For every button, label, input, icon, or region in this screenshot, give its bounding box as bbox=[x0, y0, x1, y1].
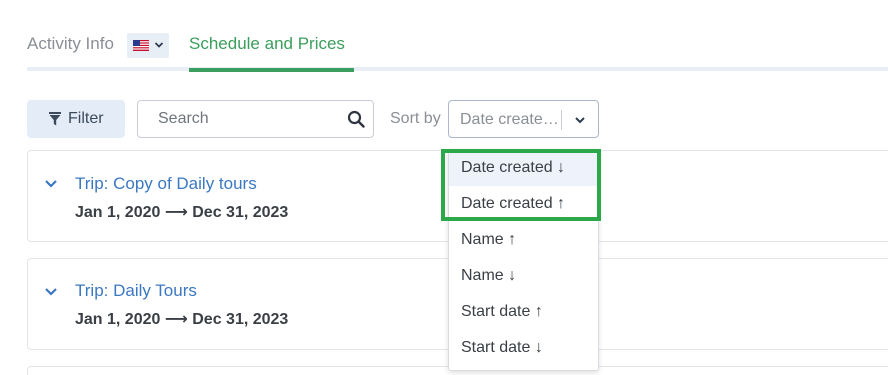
chevron-down-icon[interactable] bbox=[44, 179, 58, 189]
arrow-right-icon: ⟶ bbox=[164, 311, 188, 328]
language-picker[interactable] bbox=[127, 33, 169, 58]
chevron-down-icon bbox=[575, 117, 585, 124]
sort-option-name-desc[interactable]: Name ↓ bbox=[449, 258, 598, 294]
sort-select-value: Date create… bbox=[460, 111, 559, 128]
sort-option-start-date-asc[interactable]: Start date ↑ bbox=[449, 294, 598, 330]
filter-icon bbox=[49, 112, 61, 126]
search-box bbox=[137, 100, 374, 138]
trip-start-date: Jan 1, 2020 bbox=[75, 204, 161, 221]
tab-bar-underline bbox=[27, 67, 888, 71]
active-tab-indicator bbox=[189, 68, 354, 72]
trip-end-date: Dec 31, 2023 bbox=[192, 311, 289, 328]
trip-title[interactable]: Trip: Copy of Daily tours bbox=[75, 174, 257, 194]
sort-select-divider bbox=[561, 110, 562, 130]
filter-button-label: Filter bbox=[68, 110, 104, 127]
tab-schedule-and-prices[interactable]: Schedule and Prices bbox=[189, 34, 345, 54]
sort-by-label: Sort by bbox=[390, 110, 441, 127]
trip-title[interactable]: Trip: Daily Tours bbox=[75, 281, 197, 301]
trip-start-date: Jan 1, 2020 bbox=[75, 311, 161, 328]
tab-activity-info[interactable]: Activity Info bbox=[27, 34, 114, 54]
tab-bar: Activity Info Schedule and Prices bbox=[27, 0, 888, 72]
sort-select[interactable]: Date create… bbox=[448, 100, 599, 138]
search-icon[interactable] bbox=[347, 110, 365, 128]
sort-option-name-asc[interactable]: Name ↑ bbox=[449, 222, 598, 258]
us-flag-icon bbox=[133, 40, 149, 51]
chevron-down-icon[interactable] bbox=[44, 287, 58, 297]
arrow-right-icon: ⟶ bbox=[164, 204, 188, 221]
sort-dropdown-menu: Date created ↓ Date created ↑ Name ↑ Nam… bbox=[448, 149, 599, 371]
trip-end-date: Dec 31, 2023 bbox=[192, 204, 289, 221]
filter-button[interactable]: Filter bbox=[27, 100, 125, 138]
sort-option-date-created-desc[interactable]: Date created ↓ bbox=[449, 150, 598, 186]
trip-dates: Jan 1, 2020 ⟶ Dec 31, 2023 bbox=[75, 309, 288, 329]
sort-option-start-date-desc[interactable]: Start date ↓ bbox=[449, 330, 598, 366]
sort-option-date-created-asc[interactable]: Date created ↑ bbox=[449, 186, 598, 222]
chevron-down-icon bbox=[154, 42, 164, 48]
trip-dates: Jan 1, 2020 ⟶ Dec 31, 2023 bbox=[75, 202, 288, 222]
search-input[interactable] bbox=[139, 102, 329, 136]
